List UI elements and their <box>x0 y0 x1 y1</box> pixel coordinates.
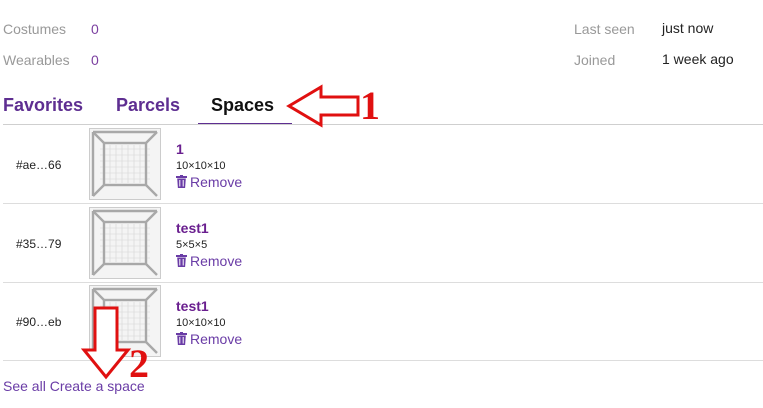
space-preview-icon <box>90 286 160 356</box>
space-preview-icon <box>90 208 160 278</box>
footer-links: See all Create a space <box>3 378 145 394</box>
annotation-number-two: 2 <box>129 341 149 386</box>
costumes-label: Costumes <box>3 21 67 37</box>
last-seen-value: just now <box>662 20 714 36</box>
remove-space-button[interactable]: Remove <box>176 174 242 190</box>
space-id: #90…eb <box>16 315 62 329</box>
space-name[interactable]: test1 <box>176 298 209 314</box>
trash-icon <box>176 332 187 345</box>
remove-label: Remove <box>190 253 243 269</box>
see-all-link[interactable]: See all <box>3 378 46 394</box>
space-id: #35…79 <box>16 237 62 251</box>
space-id: #ae…66 <box>16 158 62 172</box>
joined-label: Joined <box>574 52 616 68</box>
remove-label: Remove <box>190 174 243 190</box>
space-size: 5×5×5 <box>176 239 208 251</box>
tab-parcels[interactable]: Parcels <box>116 95 180 116</box>
space-row: #ae…66 1 10×10×10 Remove <box>3 125 763 204</box>
space-thumbnail[interactable] <box>89 128 161 200</box>
annotation-number-one: 1 <box>360 83 380 128</box>
wearables-count: 0 <box>91 52 99 68</box>
last-seen-label: Last seen <box>574 21 635 37</box>
trash-icon <box>176 254 187 267</box>
space-row: #90…eb test1 10×10×10 Remove <box>3 282 763 361</box>
space-thumbnail[interactable] <box>89 285 161 357</box>
wearables-label: Wearables <box>3 52 70 68</box>
annotation-arrow-left-icon <box>286 84 360 128</box>
remove-space-button[interactable]: Remove <box>176 253 242 269</box>
joined-value: 1 week ago <box>662 51 734 67</box>
tab-favorites[interactable]: Favorites <box>3 95 83 116</box>
trash-icon <box>176 175 187 188</box>
space-size: 10×10×10 <box>176 160 226 172</box>
space-preview-icon <box>90 129 160 199</box>
tab-spaces[interactable]: Spaces <box>211 95 274 116</box>
space-size: 10×10×10 <box>176 317 226 329</box>
space-name[interactable]: 1 <box>176 141 184 157</box>
space-thumbnail[interactable] <box>89 207 161 279</box>
space-row: #35…79 test1 5×5×5 Remove <box>3 204 763 283</box>
costumes-count: 0 <box>91 21 99 37</box>
remove-label: Remove <box>190 331 243 347</box>
space-name[interactable]: test1 <box>176 220 209 236</box>
remove-space-button[interactable]: Remove <box>176 331 242 347</box>
